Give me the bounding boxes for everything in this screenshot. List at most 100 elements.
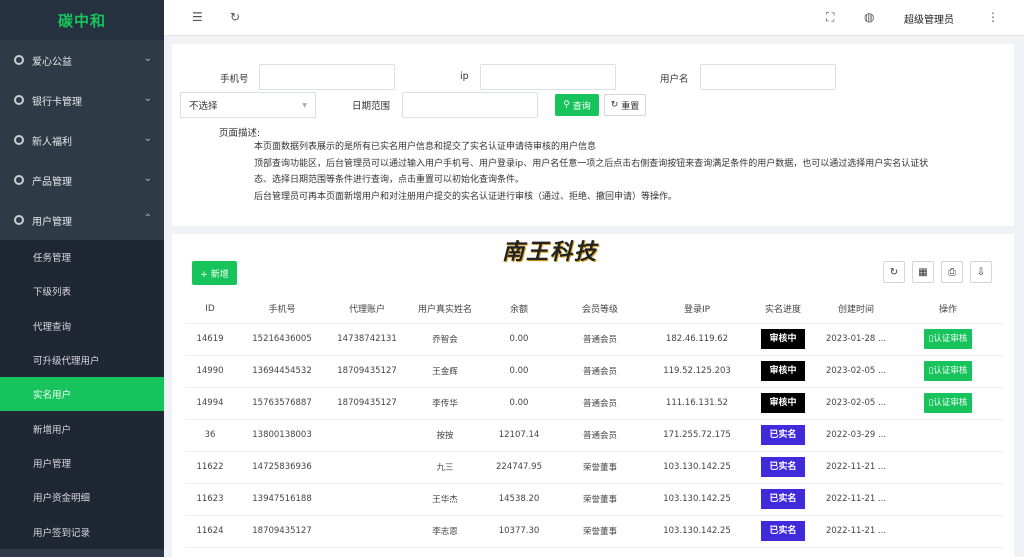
sidebar-subitem-3[interactable]: 可升级代理用户 [0,343,164,377]
refresh-table-icon[interactable]: ↻ [883,261,905,283]
sidebar-group-2[interactable]: 新人福利 ⌄ [0,120,164,160]
cell-created: 2022-03-29 ... [820,419,892,452]
cell-ip: 182.46.119.62 [648,323,746,356]
cell-level: 普通会员 [552,355,648,388]
user-management-submenu: 任务管理 下级列表 代理查询 可升级代理用户 实名用户 新增用户 用户管理 用户资金明细 用户签… [0,240,164,549]
gear-icon [14,175,24,185]
cell-ip: 111.16.131.52 [648,387,746,420]
verify-review-button[interactable]: ▯认证审核 [923,329,973,349]
cell-ip: 119.52.125.203 [648,355,746,388]
sidebar-subitem-6[interactable]: 用户管理 [0,446,164,480]
column-header[interactable]: ID [186,295,234,324]
phone-input[interactable] [259,64,395,90]
column-header[interactable]: 登录IP [648,295,746,324]
verify-review-button[interactable]: ▯认证审核 [923,393,973,413]
cell-ip: 103.130.142.25 [648,483,746,516]
table-row[interactable]: 14994 15763576887 18709435127 李传华 0.00 普通会员 11… [186,387,1004,420]
table-row[interactable]: 11623 13947516188 王华杰 14538.20 荣誉董事 103.130.1… [186,483,1004,516]
cell-level: 普通会员 [552,419,648,452]
cell-name: 李传华 [404,387,486,420]
print-icon[interactable]: ⎙ [941,261,963,283]
cell-action [892,419,1004,452]
sidebar-subitem-0[interactable]: 任务管理 [0,240,164,274]
cell-action: ▯认证审核 [892,355,1004,388]
sidebar-subitem-8[interactable]: 用户签到记录 [0,514,164,548]
cell-level: 普通会员 [552,387,648,420]
sidebar-subitem-7[interactable]: 用户资金明细 [0,480,164,514]
column-header[interactable]: 代理账户 [330,295,404,324]
cell-id: 11622 [186,451,234,484]
column-header[interactable]: 创建时间 [820,295,892,324]
username-input[interactable] [700,64,836,90]
gear-icon [14,55,24,65]
cell-status: 审核中 [746,355,820,388]
cell-status: 已实名 [746,515,820,548]
sidebar-group-4[interactable]: 用户管理 ⌃ [0,200,164,240]
more-options-icon[interactable]: ⋮ [987,10,999,24]
cell-level: 普通会员 [552,323,648,356]
sidebar-subitem-4[interactable]: 实名用户 [0,377,164,412]
column-header[interactable]: 操作 [892,295,1004,324]
table-row[interactable]: 11622 14725836936 九三 224747.95 荣誉董事 103.130.1… [186,451,1004,484]
cell-status: 审核中 [746,323,820,356]
cell-name: 九三 [404,451,486,484]
column-header[interactable]: 余额 [486,295,552,324]
cell-id: 36 [186,419,234,452]
sidebar-group-3[interactable]: 产品管理 ⌄ [0,160,164,200]
cell-id: 14619 [186,323,234,356]
table-row[interactable]: 36 13800138003 按按 12107.14 普通会员 171.255.72.17… [186,419,1004,452]
query-button[interactable]: ⚲ 查询 [555,94,599,116]
export-icon[interactable]: ⇩ [970,261,992,283]
table-row[interactable]: 11624 18709435127 李志恩 10377.30 荣誉董事 103.130.1… [186,515,1004,548]
cell-level: 荣誉董事 [552,451,648,484]
menu-toggle-icon[interactable]: ☰ [192,10,203,24]
date-range-input[interactable] [402,92,538,118]
chevron-icon: ⌃ [143,213,152,224]
verify-review-button[interactable]: ▯认证审核 [923,361,973,381]
cell-balance: 12107.14 [486,419,552,452]
sidebar-group-label: 用户管理 [32,216,72,228]
language-globe-icon[interactable]: ◍ [864,10,874,24]
description-label: 页面描述: [219,128,261,139]
column-header[interactable]: 会员等级 [552,295,648,324]
sidebar-subitem-5[interactable]: 新增用户 [0,411,164,445]
column-header[interactable]: 实名进度 [746,295,820,324]
chevron-icon: ⌄ [143,93,152,104]
cell-action: ▯认证审核 [892,323,1004,356]
sidebar-group-1[interactable]: 银行卡管理 ⌄ [0,80,164,120]
status-badge: 已实名 [761,425,805,445]
sidebar-subitem-1[interactable]: 下级列表 [0,274,164,308]
columns-icon[interactable]: ▦ [912,261,934,283]
admin-user-name[interactable]: 超级管理员 [904,11,954,26]
column-header[interactable]: 手机号 [234,295,330,324]
cell-status: 已实名 [746,451,820,484]
sidebar-group-0[interactable]: 爱心公益 ⌄ [0,40,164,80]
cell-created: 2022-11-21 ... [820,451,892,484]
gear-icon [14,135,24,145]
cell-status: 已实名 [746,419,820,452]
column-header[interactable]: 用户真实姓名 [404,295,486,324]
status-badge: 已实名 [761,521,805,541]
ip-input[interactable] [480,64,616,90]
cell-phone: 18709435127 [234,515,330,548]
fullscreen-icon[interactable]: ⛶ [826,10,834,25]
verification-status-select[interactable]: 不选择 ▾ [180,92,316,118]
cell-action [892,451,1004,484]
table-panel: 南王科技 + 新增 ↻ ▦ ⎙ ⇩ ID 手机号 代理账户 用户真实姓名 余额 会员等级登… [172,234,1014,557]
cell-ip: 171.255.72.175 [648,419,746,452]
cell-created: 2022-11-21 ... [820,483,892,516]
cell-ip: 103.130.142.25 [648,451,746,484]
add-user-button[interactable]: + 新增 [192,261,237,285]
cell-phone: 13800138003 [234,419,330,452]
page-description: 本页面数据列表展示的是所有已实名用户信息和提交了实名认证申请待审核的用户信息 顶部… [254,139,1004,205]
refresh-icon[interactable]: ↻ [230,10,240,24]
chevron-icon: ⌄ [143,173,152,184]
cell-name: 乔智会 [404,323,486,356]
table-row[interactable]: 14619 15216436005 14738742131 乔智会 0.00 普通会员 18… [186,323,1004,356]
reset-button[interactable]: ↻ 重置 [604,94,646,116]
sidebar-subitem-2[interactable]: 代理查询 [0,309,164,343]
cell-agent: 14738742131 [330,323,404,356]
cell-balance: 0.00 [486,323,552,356]
table-row[interactable]: 14990 13694454532 18709435127 王金辉 0.00 普通会员 11… [186,355,1004,388]
cell-balance: 224747.95 [486,451,552,484]
